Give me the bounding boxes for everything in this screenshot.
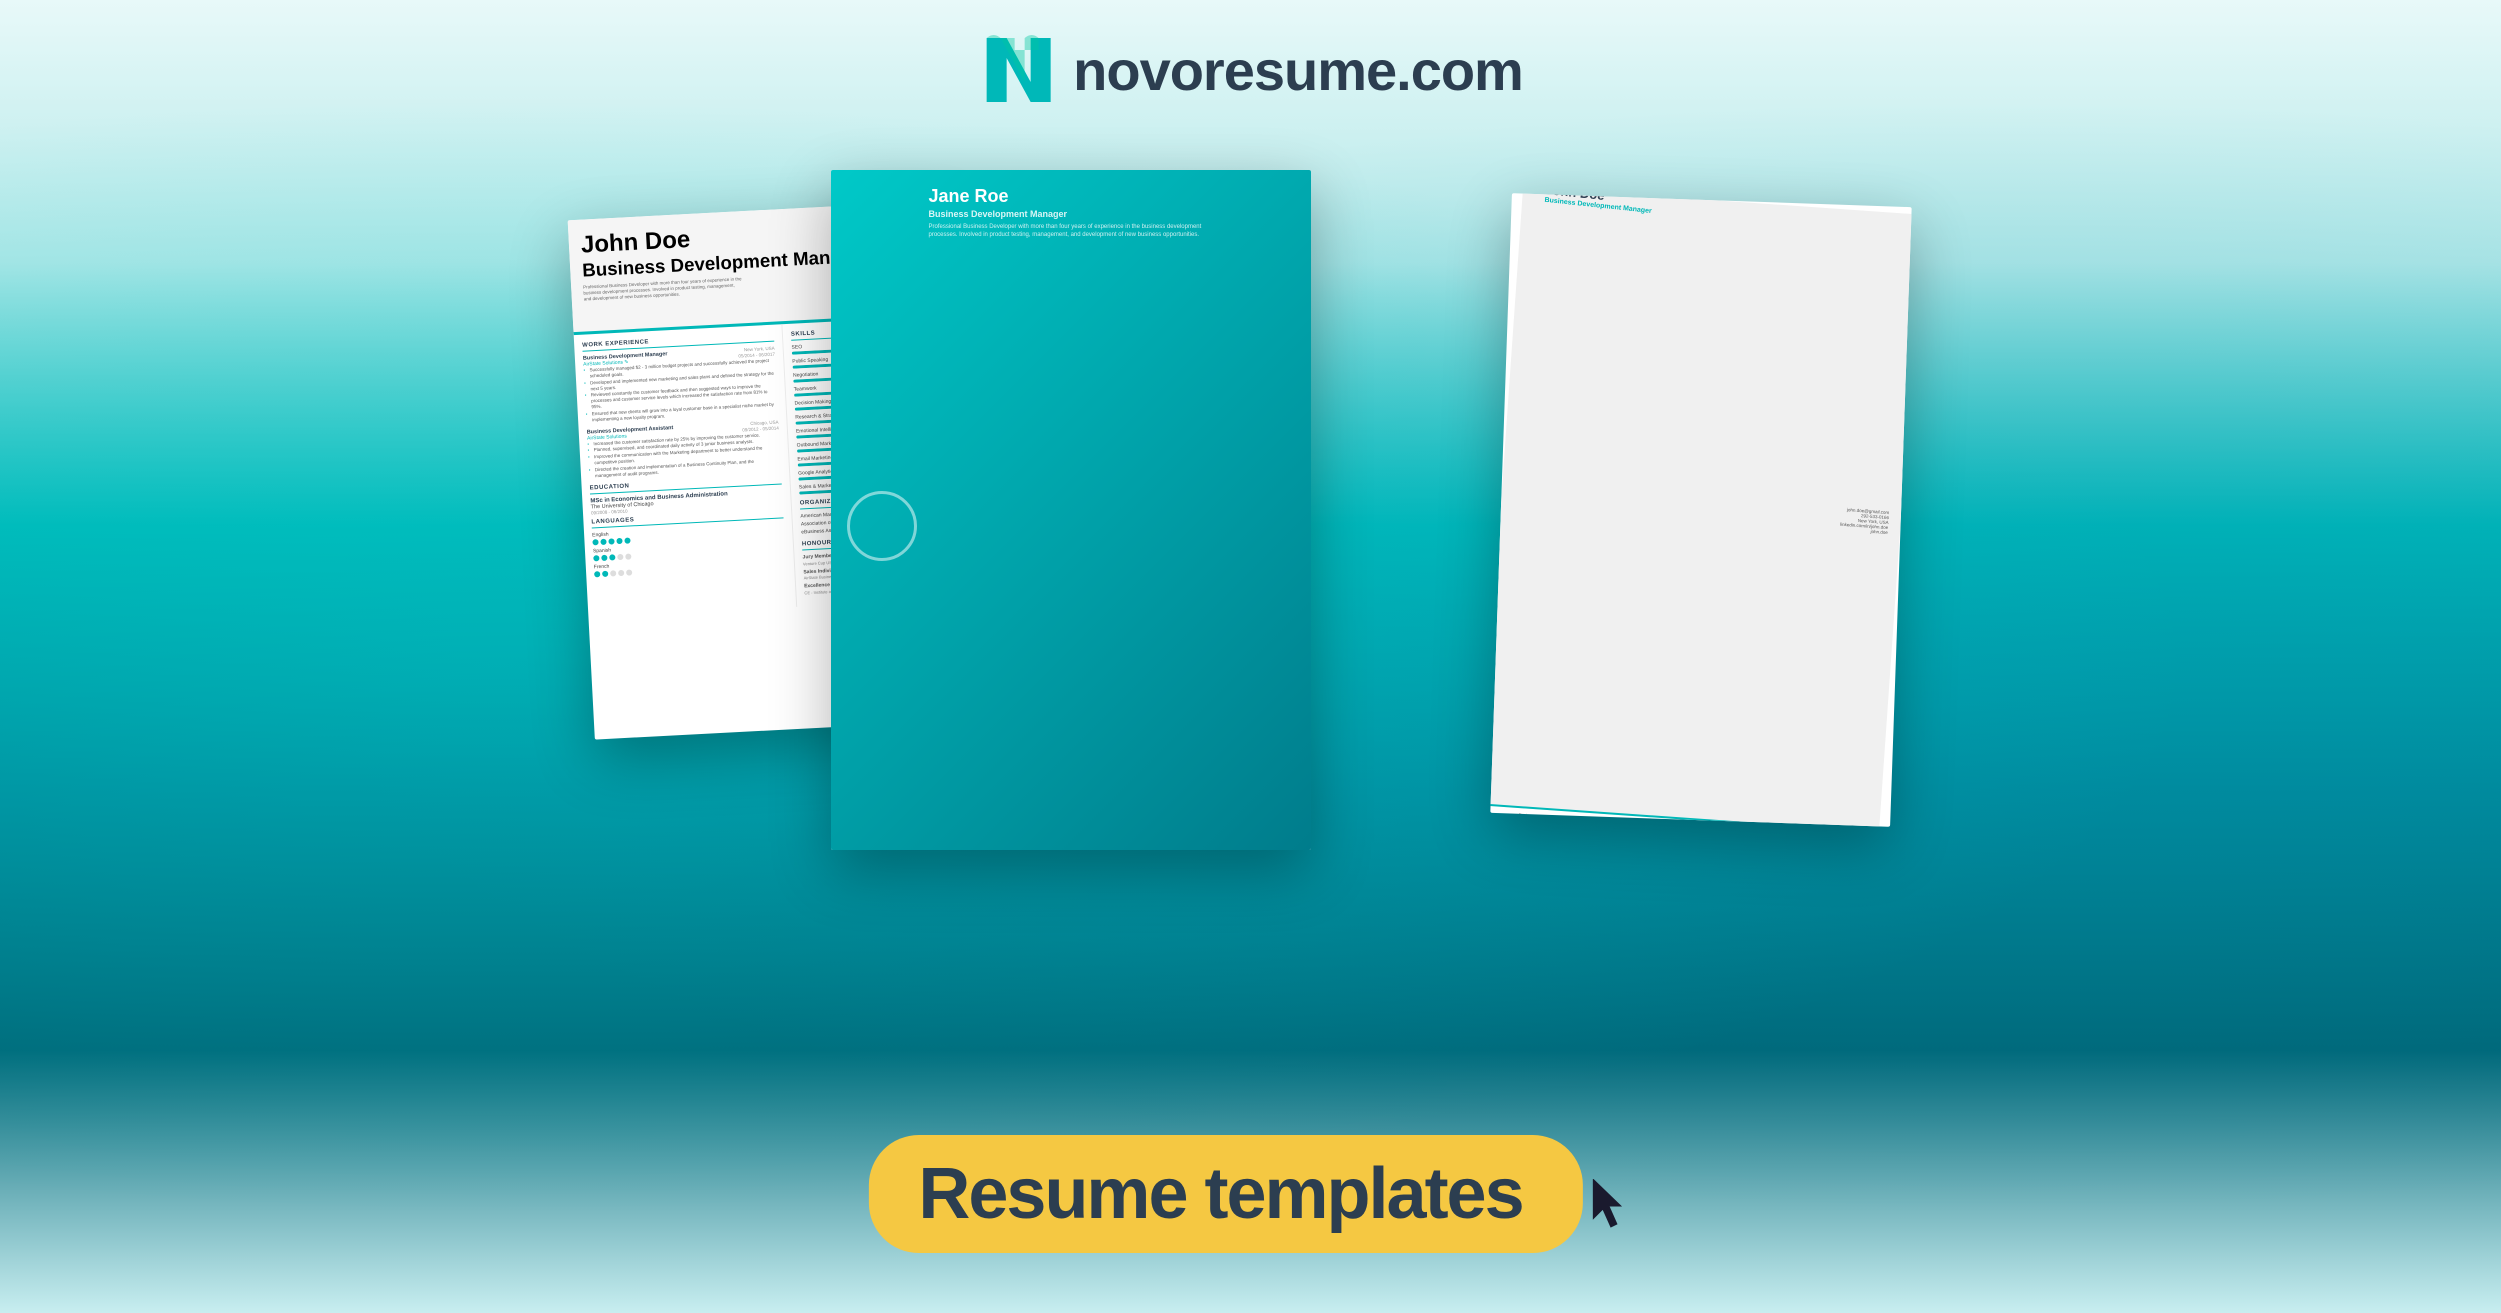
card-middle-header: Jane Roe Business Development Manager Pr… (831, 170, 1311, 850)
card-middle-name: Jane Roe (929, 186, 1295, 207)
cursor-icon (1593, 1179, 1633, 1229)
resume-cards-container: John Doe Business Development Manager Pr… (551, 160, 1951, 1060)
card-middle-name-section: Jane Roe Business Development Manager Pr… (929, 186, 1295, 850)
resume-templates-text: Resume templates (918, 1153, 1522, 1235)
brand-logo-icon (978, 30, 1058, 110)
resume-card-middle: Jane Roe Business Development Manager Pr… (831, 170, 1311, 850)
tagline-pill: Resume templates (868, 1135, 1582, 1253)
card-left-name-section: John Doe Business Development Manager Pr… (580, 217, 871, 303)
card-right-header: John Doe Business Development Manager jo… (1490, 193, 1911, 827)
card-right-contact: john.doe@gmail.com 292-533-0166 New York… (1839, 506, 1889, 534)
card-middle-avatar (847, 491, 917, 561)
card-middle-title: Business Development Manager (929, 209, 1295, 219)
card-middle-summary: Professional Business Developer with mor… (929, 223, 1209, 240)
card-left-experience-col: WORK EXPERIENCE Business Development Man… (573, 324, 797, 618)
job-bullets-1: Successfully managed $2 - 3 million budg… (583, 358, 778, 424)
job-entry-1: Business Development Manager New York, U… (582, 346, 777, 424)
resume-card-right: John Doe Business Development Manager jo… (1490, 193, 1911, 827)
brand-name: novoresume.com (1073, 38, 1523, 103)
bottom-tagline-section: Resume templates (868, 1135, 1632, 1253)
header: novoresume.com (978, 30, 1523, 110)
job-entry-2: Business Development Assistant Chicago, … (586, 419, 780, 479)
